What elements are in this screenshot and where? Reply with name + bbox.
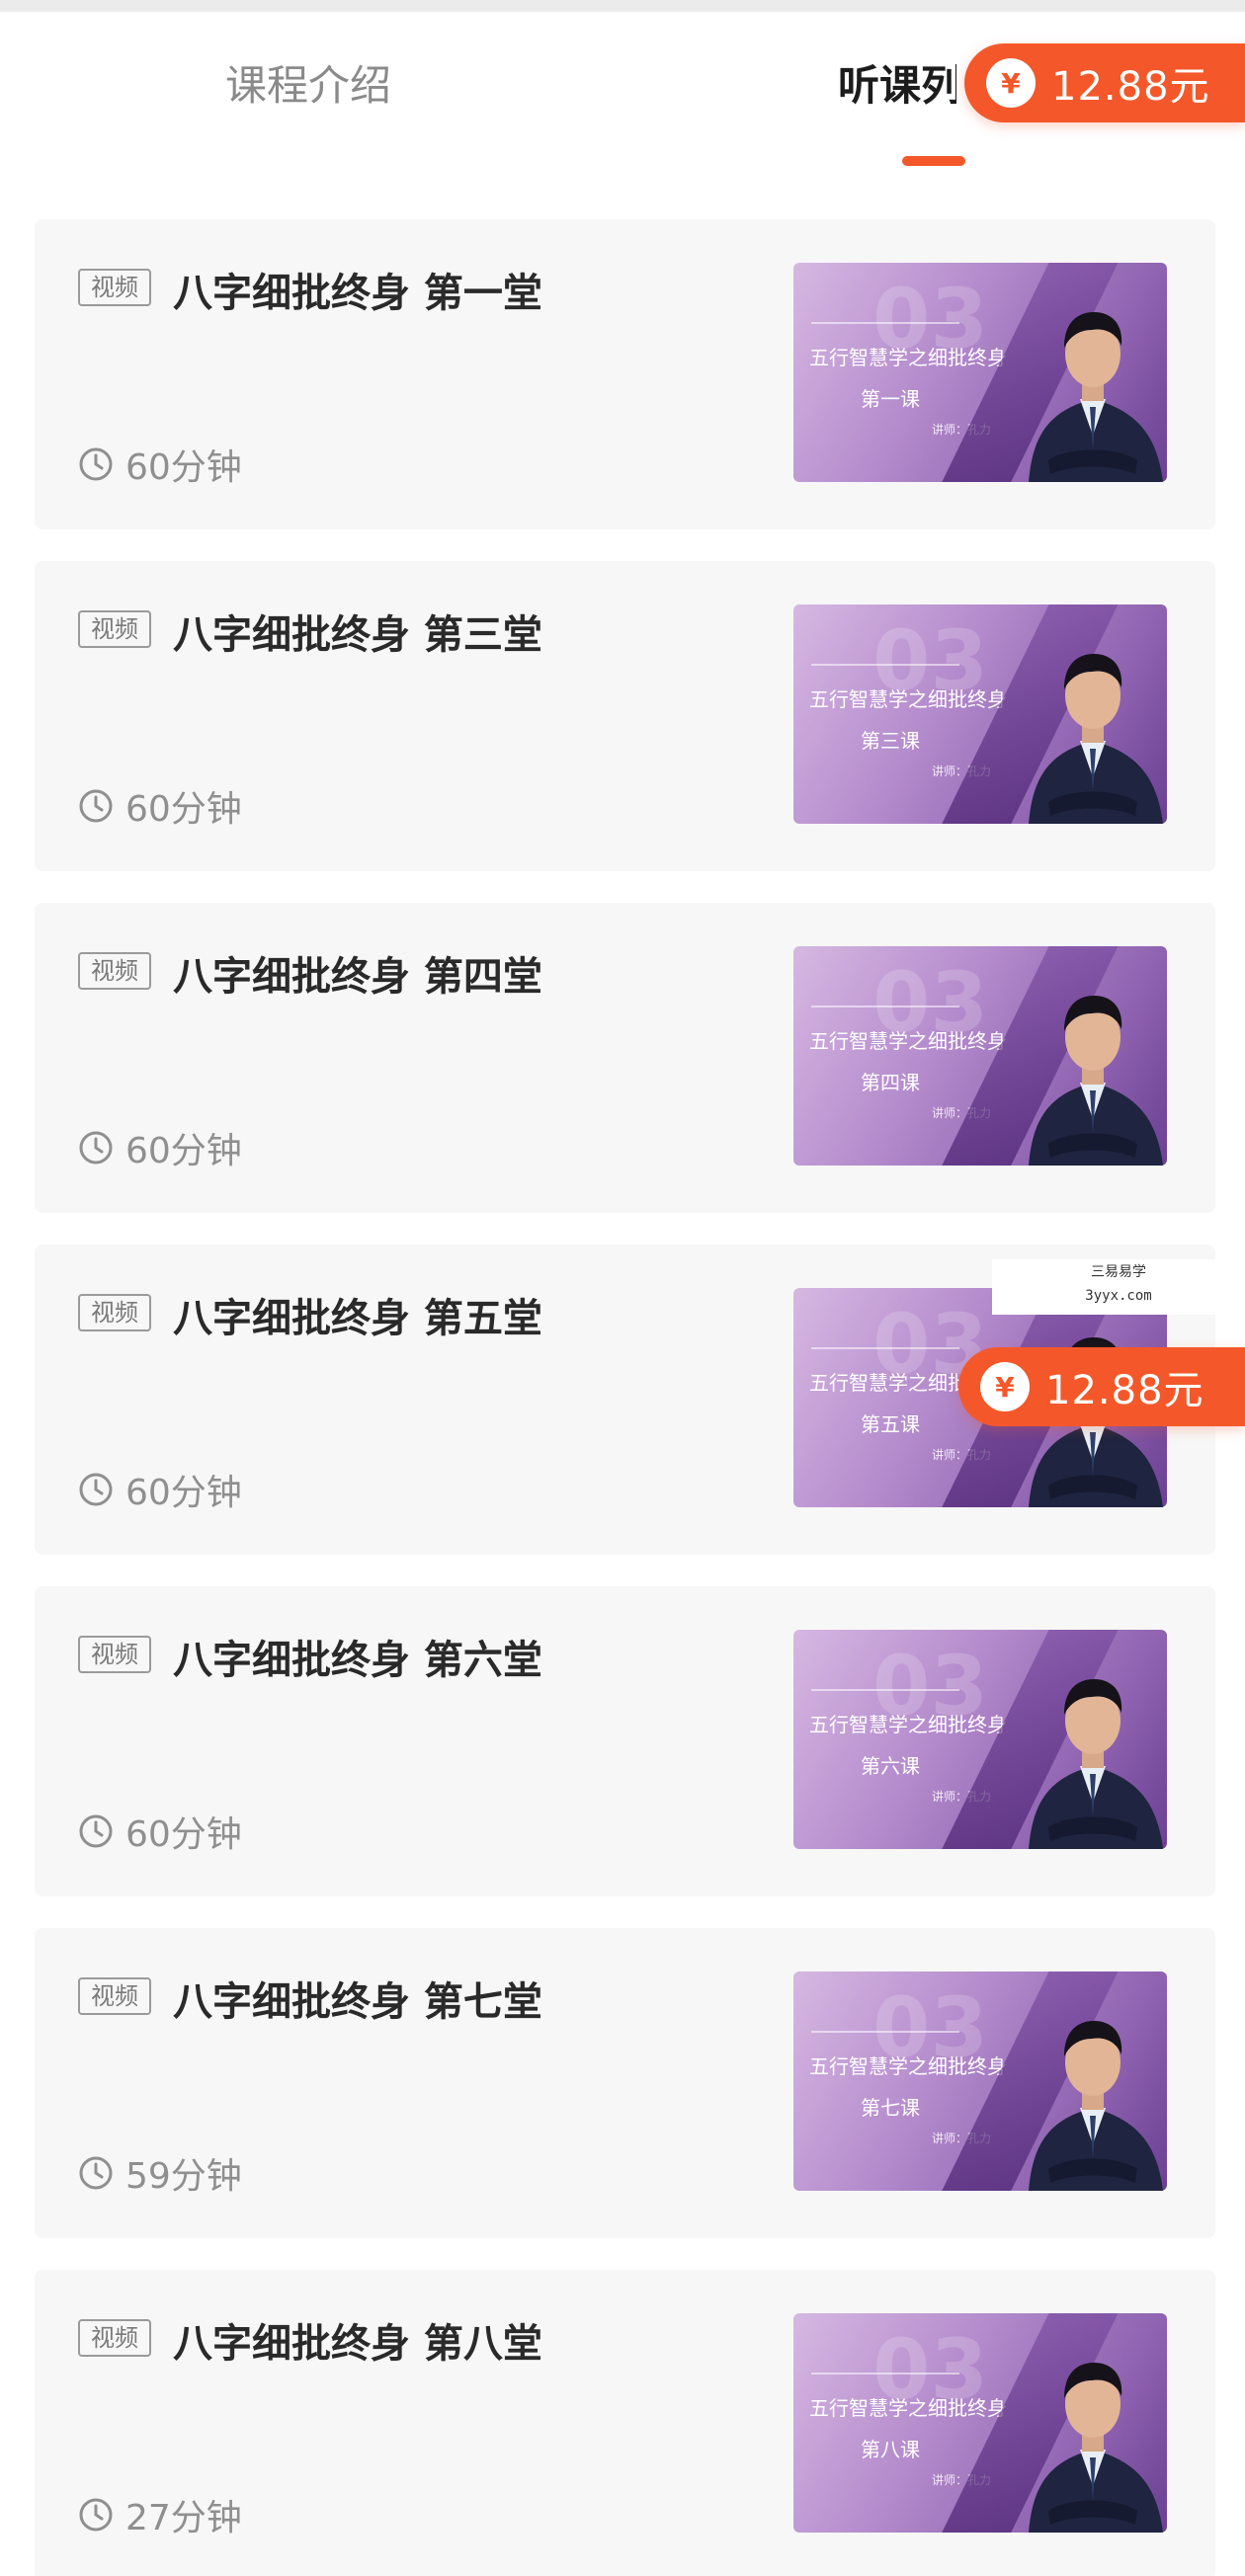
lesson-thumbnail[interactable]: 03 五行智慧学之细批终身 第一课 讲师：孔力 (793, 263, 1167, 482)
lesson-thumbnail[interactable]: 03 五行智慧学之细批终身 第六课 讲师：孔力 (793, 1630, 1167, 1849)
price-label: 12.88元 (1051, 64, 1210, 110)
watermark: 三易易学 3yyx.com (992, 1259, 1245, 1315)
duration-text: 59分钟 (125, 2156, 242, 2197)
watermark-name: 三易易学 (1091, 1264, 1146, 1280)
lesson-duration: 59分钟 (78, 2147, 242, 2199)
status-strip (0, 0, 1245, 12)
lesson-thumbnail[interactable]: 03 五行智慧学之细批终身 第四课 讲师：孔力 (793, 946, 1167, 1166)
duration-text: 60分钟 (125, 789, 242, 830)
video-tag: 视频 (78, 1294, 151, 1331)
thumb-divider (811, 664, 959, 666)
video-tag: 视频 (78, 952, 151, 990)
thumb-lesson: 第四课 (861, 1071, 920, 1094)
video-tag: 视频 (78, 1977, 151, 2015)
duration-text: 60分钟 (125, 1814, 242, 1855)
lesson-card[interactable]: 视频 八字细批终身 第八堂 27分钟 03 五行智慧学之细批终身 第八课 讲师：… (35, 2270, 1215, 2576)
clock-icon (79, 1131, 113, 1165)
video-tag: 视频 (78, 610, 151, 648)
lesson-title: 八字细批终身 第一堂 (173, 271, 542, 316)
presenter-image (1029, 654, 1163, 824)
thumb-divider (811, 322, 959, 324)
lesson-title: 八字细批终身 第四堂 (173, 954, 542, 1000)
thumb-lesson: 第三课 (861, 729, 920, 753)
presenter-image (1029, 996, 1163, 1166)
lesson-thumbnail[interactable]: 03 五行智慧学之细批终身 第八课 讲师：孔力 (793, 2313, 1167, 2533)
clock-icon (79, 2498, 113, 2532)
lesson-duration: 60分钟 (78, 1806, 242, 1857)
thumb-divider (811, 1689, 959, 1691)
lesson-card[interactable]: 视频 八字细批终身 第七堂 59分钟 03 五行智慧学之细批终身 第七课 讲师：… (35, 1928, 1215, 2238)
thumb-subtitle: 五行智慧学之细批终身 (809, 2054, 1007, 2078)
duration-text: 60分钟 (125, 1473, 242, 1513)
thumb-divider (811, 2373, 959, 2375)
thumb-divider (811, 1347, 959, 1349)
lesson-title: 八字细批终身 第六堂 (173, 1638, 542, 1683)
lesson-title: 八字细批终身 第五堂 (173, 1296, 542, 1341)
thumb-subtitle: 五行智慧学之细批终身 (809, 1713, 1007, 1736)
tab-lesson-list[interactable]: 听课列表 (838, 12, 956, 160)
clock-icon (79, 1473, 113, 1506)
thumb-subtitle: 五行智慧学之细批终身 (809, 346, 1007, 369)
lesson-card[interactable]: 视频 八字细批终身 第六堂 60分钟 03 五行智慧学之细批终身 第六课 讲师：… (35, 1586, 1215, 1896)
duration-text: 60分钟 (125, 447, 242, 488)
presenter-image (1029, 2363, 1163, 2533)
video-tag: 视频 (78, 269, 151, 306)
lesson-thumbnail[interactable]: 03 五行智慧学之细批终身 第七课 讲师：孔力 (793, 1972, 1167, 2191)
lesson-duration: 60分钟 (78, 780, 242, 832)
watermark-url: 3yyx.com (1085, 1288, 1152, 1304)
thumb-lesson: 第七课 (861, 2096, 920, 2120)
floating-price-button[interactable]: ¥ 12.88元 (958, 1347, 1245, 1426)
thumb-lesson: 第六课 (861, 1754, 920, 1778)
clock-icon (79, 447, 113, 481)
thumb-subtitle: 五行智慧学之细批终身 (809, 2396, 1007, 2420)
lesson-duration: 60分钟 (78, 1464, 242, 1515)
active-tab-indicator (902, 156, 965, 166)
lesson-title: 八字细批终身 第八堂 (173, 2321, 542, 2367)
tab-course-intro[interactable]: 课程介绍 (225, 12, 391, 160)
lesson-card[interactable]: 视频 八字细批终身 第四堂 60分钟 03 五行智慧学之细批终身 第四课 讲师：… (35, 903, 1215, 1213)
presenter-image (1029, 2021, 1163, 2191)
price-label: 12.88元 (1045, 1368, 1204, 1413)
presenter-image (1029, 1679, 1163, 1849)
thumb-divider (811, 2031, 959, 2033)
thumb-subtitle: 五行智慧学之细批终身 (809, 1029, 1007, 1053)
clock-icon (79, 789, 113, 823)
clock-icon (79, 1814, 113, 1848)
lesson-title: 八字细批终身 第七堂 (173, 1979, 542, 2025)
video-tag: 视频 (78, 2319, 151, 2357)
lesson-thumbnail[interactable]: 03 五行智慧学之细批终身 第三课 讲师：孔力 (793, 604, 1167, 824)
thumb-lesson: 第五课 (861, 1412, 920, 1436)
lesson-card[interactable]: 视频 八字细批终身 第三堂 60分钟 03 五行智慧学之细批终身 第三课 讲师：… (35, 561, 1215, 871)
thumb-lesson: 第一课 (861, 387, 920, 411)
lesson-card[interactable]: 视频 八字细批终身 第一堂 60分钟 03 五行智慧学之细批终身 第一课 讲师：… (35, 219, 1215, 529)
money-bag-icon: ¥ (980, 1362, 1030, 1411)
course-page: 课程介绍 听课列表 视频 八字细批终身 第一堂 60分钟 03 五行智慧学之细批… (0, 0, 1245, 2576)
money-bag-icon: ¥ (986, 58, 1036, 108)
thumb-lesson: 第八课 (861, 2438, 920, 2461)
lesson-duration: 60分钟 (78, 439, 242, 490)
presenter-image (1029, 312, 1163, 482)
lesson-duration: 27分钟 (78, 2489, 242, 2540)
duration-text: 60分钟 (125, 1131, 242, 1171)
video-tag: 视频 (78, 1636, 151, 1673)
lesson-title: 八字细批终身 第三堂 (173, 612, 542, 658)
duration-text: 27分钟 (125, 2498, 242, 2538)
thumb-divider (811, 1006, 959, 1007)
lesson-duration: 60分钟 (78, 1122, 242, 1173)
clock-icon (79, 2156, 113, 2190)
thumb-subtitle: 五行智慧学之细批终身 (809, 687, 1007, 711)
price-button[interactable]: ¥ 12.88元 (964, 43, 1245, 122)
